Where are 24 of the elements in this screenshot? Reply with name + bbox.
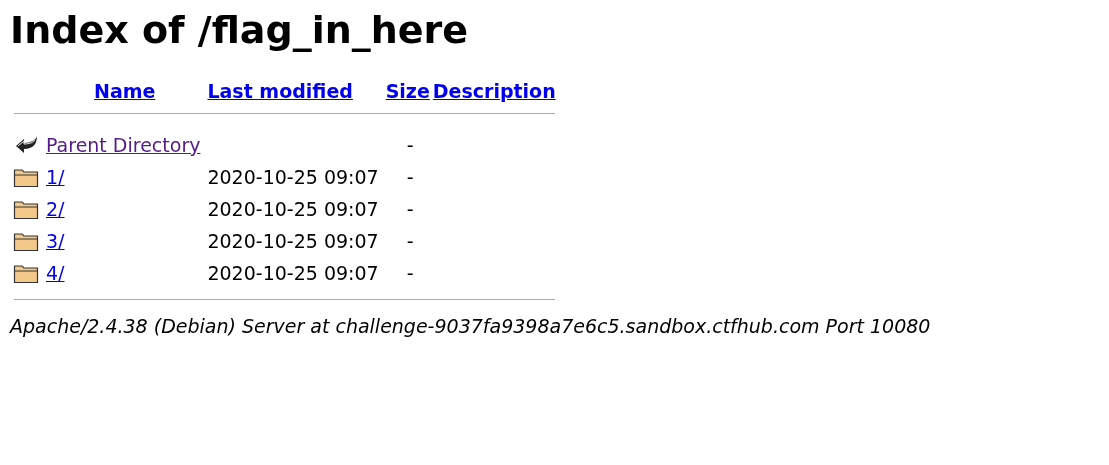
folder-icon — [13, 198, 39, 220]
directory-link[interactable]: Parent Directory — [46, 134, 201, 156]
folder-icon — [13, 166, 39, 188]
modified-date: 2020-10-25 09:07 — [207, 230, 379, 252]
modified-date: 2020-10-25 09:07 — [207, 262, 379, 284]
directory-link[interactable]: 1/ — [46, 166, 65, 188]
column-sort-link[interactable]: Name — [94, 80, 156, 102]
directory-link[interactable]: 3/ — [46, 230, 65, 252]
size-text: - — [406, 134, 414, 156]
column-sort-link[interactable]: Description — [432, 80, 556, 102]
directory-link[interactable]: 4/ — [46, 262, 65, 284]
size-text: - — [406, 198, 414, 220]
folder-icon — [13, 262, 39, 284]
size-text: - — [406, 166, 414, 188]
size-text: - — [406, 230, 414, 252]
directory-link[interactable]: 2/ — [46, 198, 65, 220]
size-text: - — [406, 262, 414, 284]
column-sort-link[interactable]: Last modified — [207, 80, 353, 102]
page-title: Index of /flag_in_here — [10, 8, 470, 52]
column-sort-link[interactable]: Size — [385, 80, 430, 102]
server-signature: Apache/2.4.38 (Debian) Server at challenge-9037fa9398a7e6c5.sandbox.ctfhub.com Port 10080 — [10, 315, 932, 337]
modified-date: 2020-10-25 09:07 — [207, 166, 379, 188]
modified-date: 2020-10-25 09:07 — [207, 198, 379, 220]
folder-icon — [13, 230, 39, 252]
